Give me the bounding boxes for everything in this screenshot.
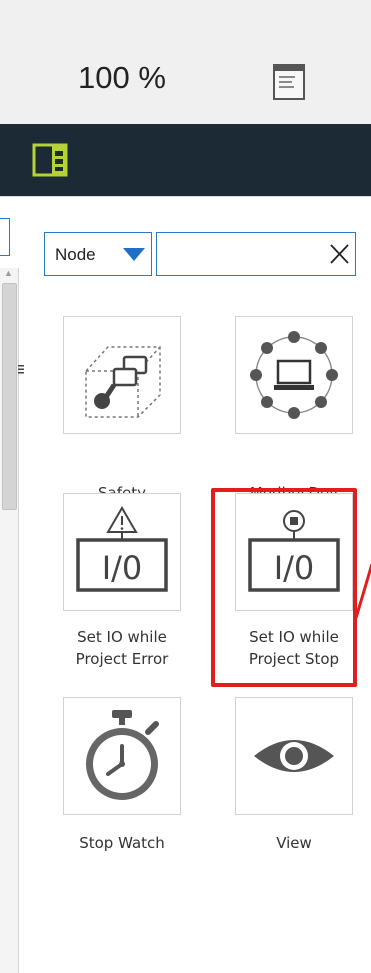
stopwatch-icon: [86, 710, 159, 800]
panel-toggle-icon[interactable]: [32, 143, 68, 177]
search-box[interactable]: [156, 232, 356, 276]
tile-safety[interactable]: [63, 316, 181, 434]
zoom-level[interactable]: 100 %: [78, 60, 166, 96]
close-icon[interactable]: [327, 242, 351, 266]
splitter-grip-icon[interactable]: [18, 364, 24, 374]
scrollbar-thumb[interactable]: [2, 283, 17, 510]
top-toolbar: [0, 0, 371, 124]
search-input[interactable]: [163, 241, 317, 269]
tile-label-set-io-project-error: Set IO while Project Error: [75, 628, 169, 668]
svg-text:I/0: I/0: [102, 549, 143, 587]
tile-modbusdev[interactable]: [235, 316, 353, 434]
divider: [0, 196, 371, 197]
tile-view[interactable]: [235, 697, 353, 815]
selection-highlight: [211, 488, 357, 687]
safety-icon: [85, 346, 161, 418]
select-value: Node: [55, 245, 96, 264]
tile-label-stop-watch: Stop Watch: [79, 834, 165, 852]
document-icon[interactable]: [270, 62, 308, 102]
adjacent-panel-input[interactable]: [0, 218, 10, 256]
tile-label-view: View: [276, 834, 312, 852]
annotation-arrow: [354, 560, 371, 620]
tile-stop-watch[interactable]: [63, 697, 181, 815]
eye-icon: [254, 740, 334, 772]
io-warning-icon: I/0: [76, 506, 168, 592]
scroll-up-arrow-icon[interactable]: ▲: [4, 268, 13, 278]
node-type-select[interactable]: Node: [44, 232, 152, 276]
chevron-down-icon: [123, 248, 145, 261]
network-device-icon: [250, 331, 338, 419]
tile-set-io-project-error[interactable]: I/0: [63, 493, 181, 611]
